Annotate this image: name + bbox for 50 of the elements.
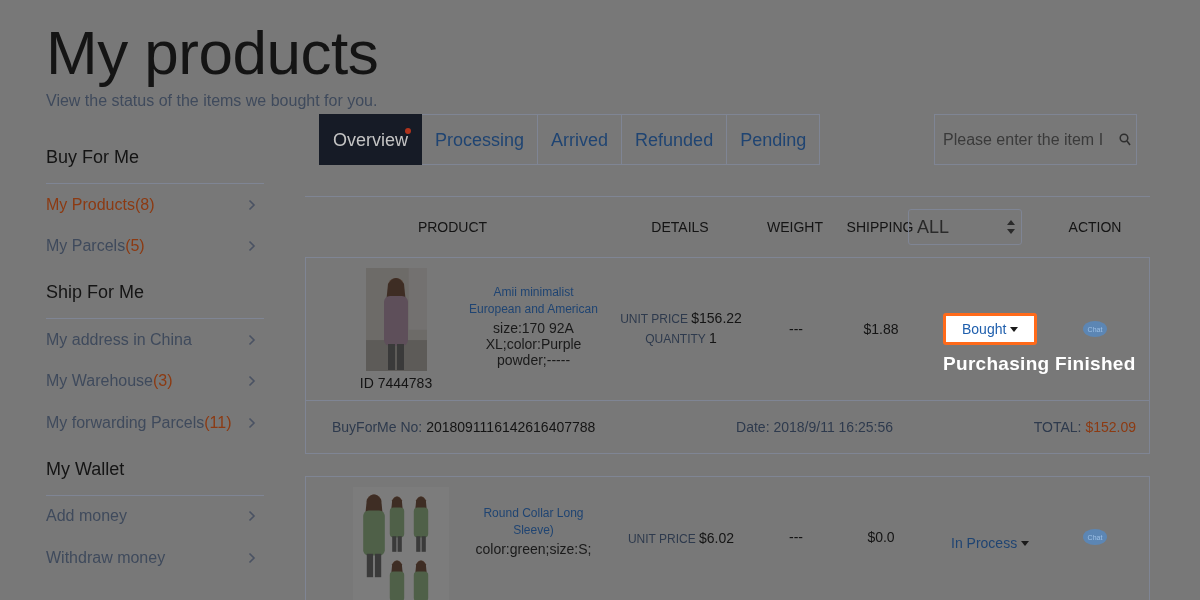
chevron-right-icon: [248, 240, 256, 253]
shipping-value: $0.0: [867, 529, 895, 545]
product-link[interactable]: Round Collar Long Sleeve): [466, 505, 601, 539]
chevron-right-icon: [248, 510, 256, 523]
order-date: Date: 2018/9/11 16:25:56: [736, 419, 894, 435]
sidebar-item[interactable]: My address in China: [46, 319, 264, 361]
column-header: ACTION: [1068, 219, 1122, 235]
order-number: BuyForMe No: 2018091116142616407788: [332, 419, 596, 435]
product-id: ID 7444783: [359, 375, 433, 391]
chevron-right-icon: [248, 551, 256, 564]
section-title: Buy For Me: [46, 144, 264, 184]
status-caption: Purchasing Finished: [943, 353, 1136, 375]
page-subtitle: View the status of the items we bought for you.: [46, 92, 379, 110]
section-title: Ship For Me: [46, 279, 264, 319]
sidebar-item[interactable]: My Parcels(5): [46, 225, 264, 267]
caret-icon: [1021, 540, 1030, 546]
search-icon[interactable]: [1119, 133, 1131, 146]
chevron-right-icon: [248, 333, 256, 346]
column-header: PRODUCT: [417, 219, 488, 235]
sidebar-item[interactable]: Withdraw money: [46, 537, 264, 579]
weight-value: ---: [789, 321, 803, 337]
sidebar-item[interactable]: Add money: [46, 495, 264, 537]
weight-value: ---: [789, 529, 803, 545]
sort-arrows-icon: [1007, 219, 1015, 235]
order-total: TOTAL: $152.09: [1033, 419, 1136, 435]
tab[interactable]: Overview: [319, 114, 422, 165]
sidebar-item[interactable]: My Products(8): [46, 184, 264, 226]
shipping-value: $1.88: [863, 321, 899, 337]
chevron-right-icon: [248, 198, 256, 211]
tab[interactable]: Pending: [727, 114, 821, 165]
chevron-right-icon: [248, 375, 256, 388]
column-header: WEIGHT: [767, 219, 823, 235]
tab[interactable]: Processing: [422, 114, 539, 165]
caret-icon: [1010, 326, 1019, 332]
product-options: size:170 92A XL;color:Purple powder;-----: [466, 320, 601, 368]
unit-price: UNIT PRICE $6.02: [627, 529, 735, 548]
status-dropdown[interactable]: In Process: [943, 529, 1038, 557]
product-options: color:green;size:S;: [475, 541, 592, 557]
column-header: DETAILS: [651, 219, 709, 235]
page-title: My products: [46, 18, 380, 88]
unit-price: UNIT PRICE $156.22: [620, 309, 742, 328]
tab[interactable]: Arrived: [538, 114, 623, 165]
sidebar-item[interactable]: My forwarding Parcels(11): [46, 402, 264, 444]
status-dropdown[interactable]: Bought: [943, 313, 1038, 345]
product-link[interactable]: Amii minimalist European and American: [466, 284, 601, 318]
quantity: QUANTITY 1: [645, 329, 717, 348]
tab[interactable]: Refunded: [622, 114, 728, 165]
sidebar-item[interactable]: My Warehouse(3): [46, 360, 264, 402]
section-title: My Wallet: [46, 455, 264, 496]
chevron-right-icon: [248, 416, 256, 429]
